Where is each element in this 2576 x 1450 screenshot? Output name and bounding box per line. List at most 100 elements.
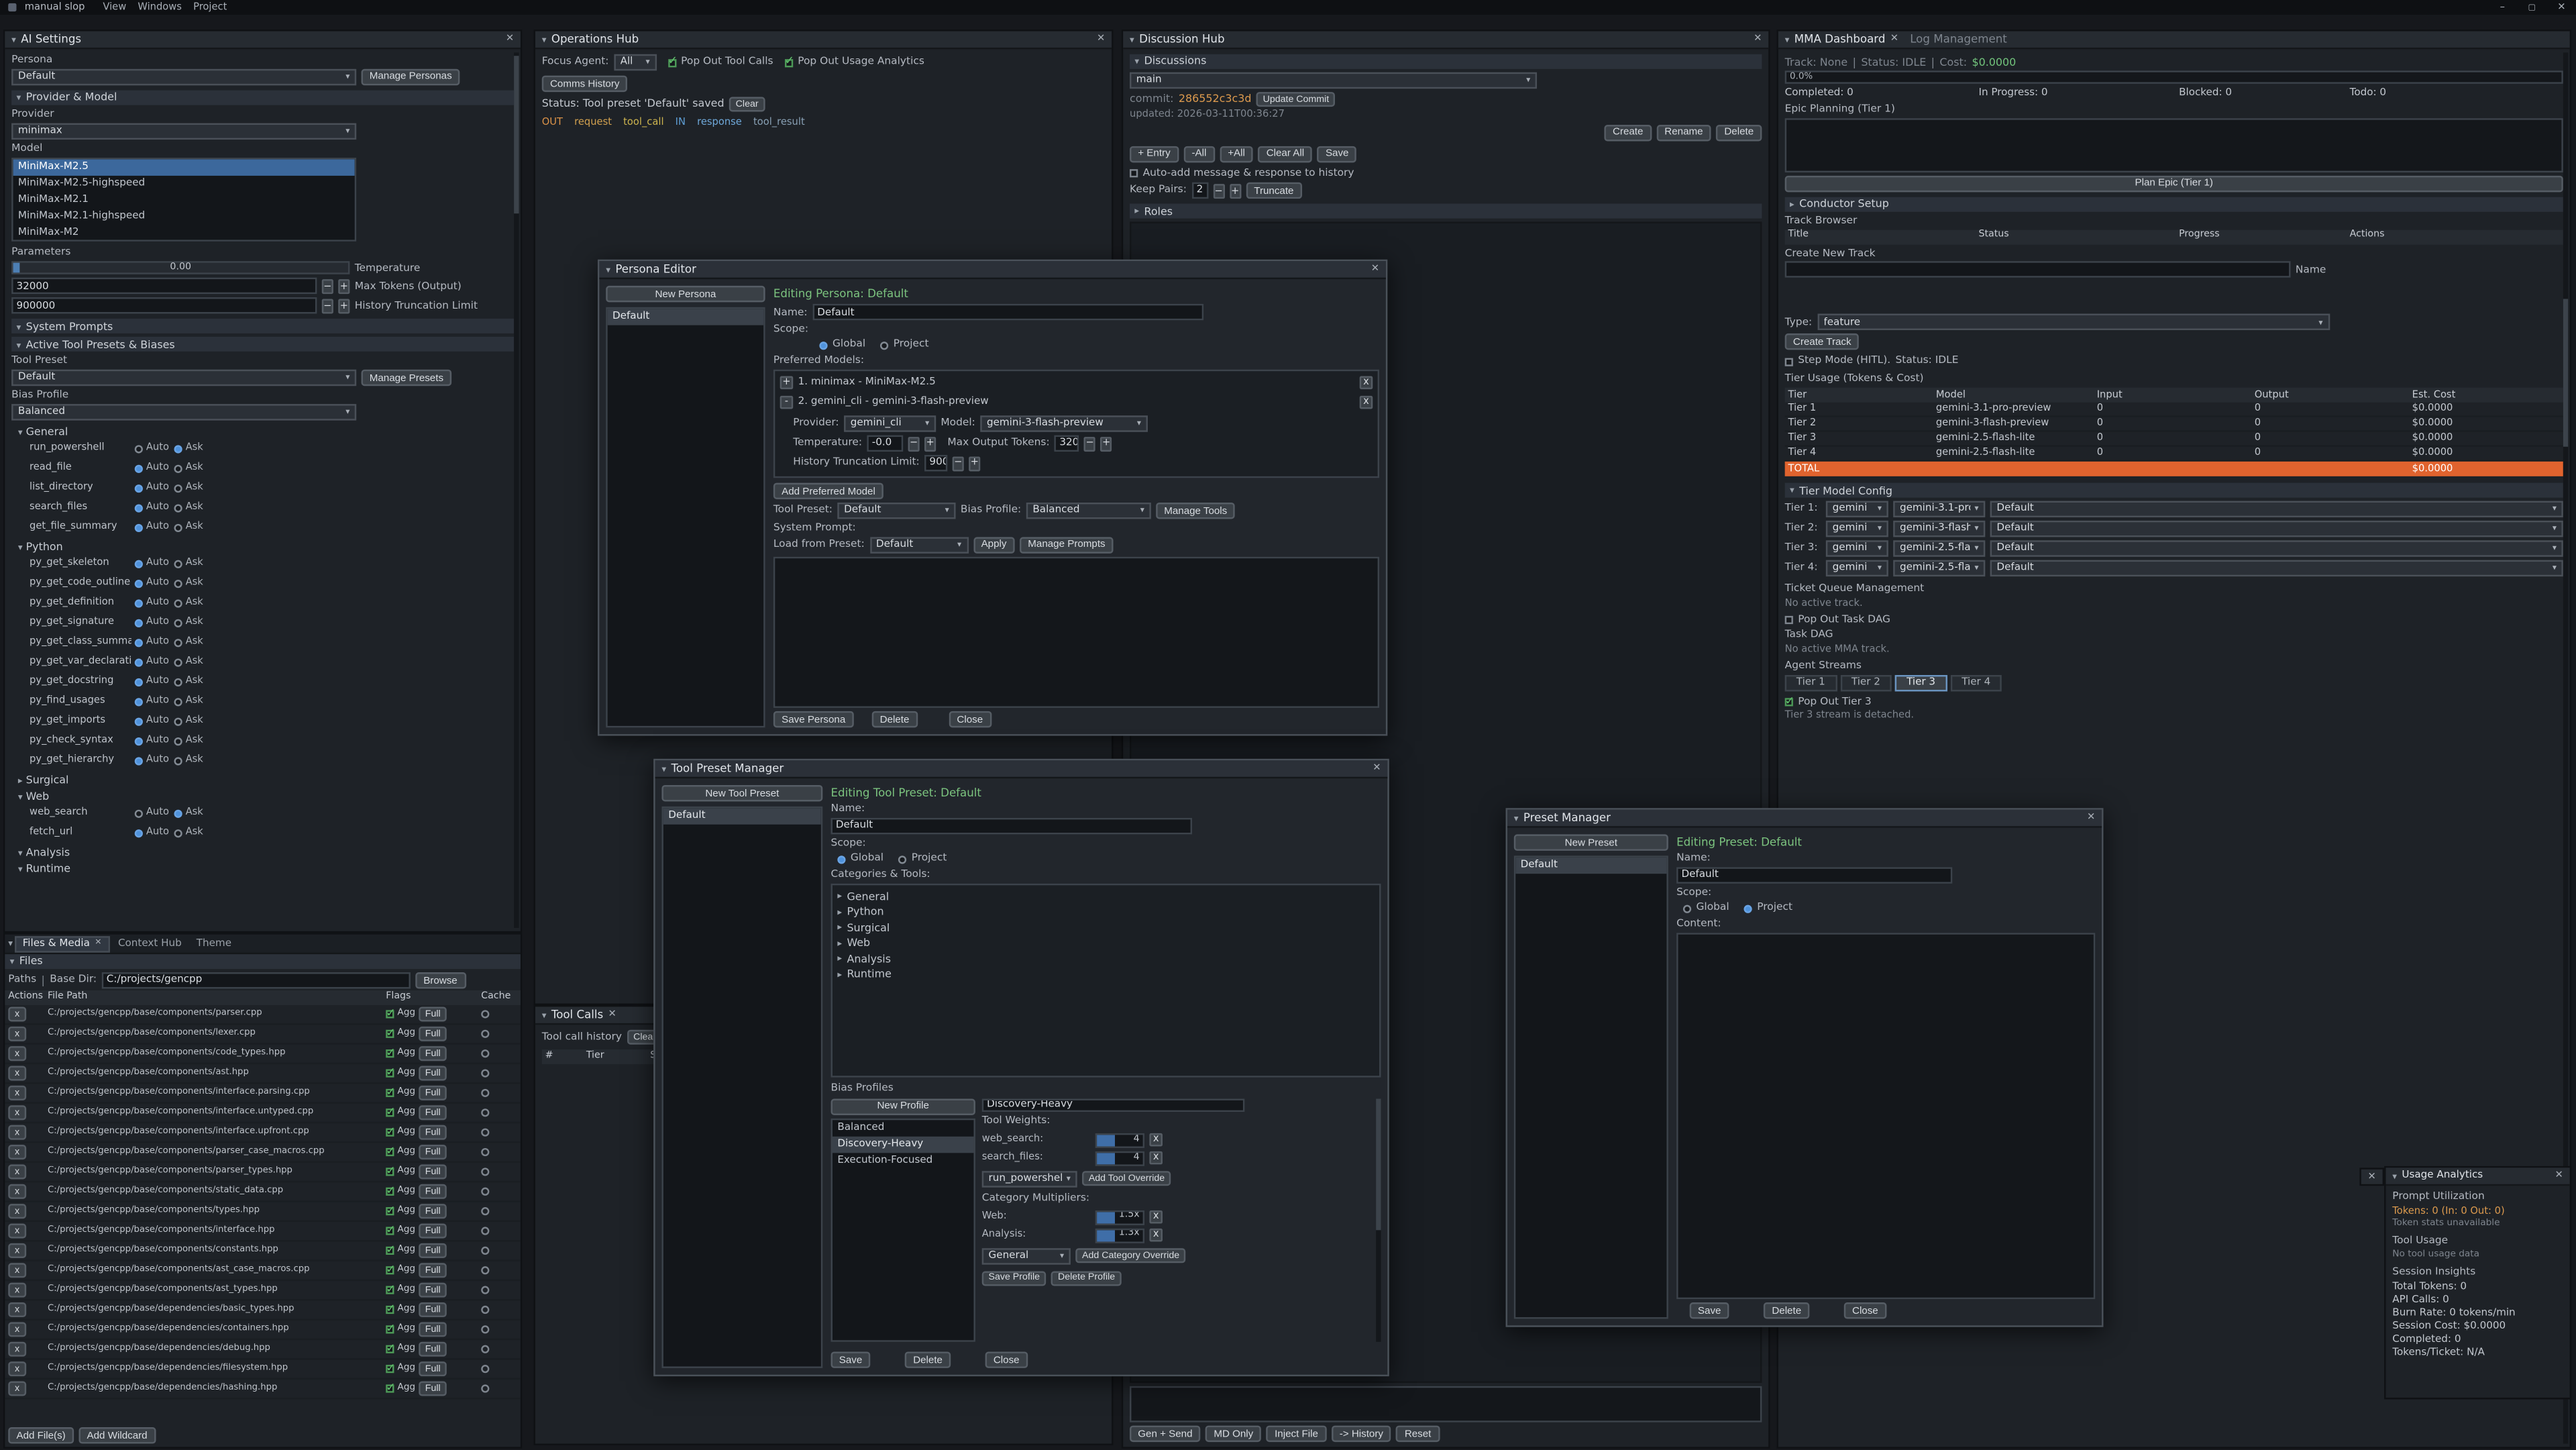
message-composer-input[interactable] <box>1130 1386 1762 1422</box>
maximize-icon[interactable] <box>2526 1 2539 13</box>
auto-radio[interactable] <box>135 523 143 531</box>
remove-file-button[interactable]: x <box>8 1224 26 1239</box>
ask-radio[interactable] <box>174 464 182 472</box>
agg-checkbox[interactable] <box>386 1148 394 1156</box>
decrement-button[interactable] <box>1213 184 1224 199</box>
close-icon[interactable] <box>2087 812 2095 824</box>
cache-icon[interactable] <box>481 1188 489 1196</box>
full-button[interactable]: Full <box>419 1204 447 1219</box>
collapse-icon[interactable] <box>542 1008 547 1023</box>
delete-preset-button[interactable]: Delete <box>1764 1302 1809 1318</box>
ask-radio[interactable] <box>174 757 182 765</box>
rename-discussion-button[interactable]: Rename <box>1656 124 1711 140</box>
agg-checkbox[interactable] <box>386 1168 394 1176</box>
collapse-icon[interactable] <box>1785 32 1790 47</box>
remove-weight-button[interactable]: x <box>1149 1151 1163 1165</box>
cache-icon[interactable] <box>481 1247 489 1255</box>
auto-radio[interactable] <box>135 579 143 587</box>
collapse-icon[interactable] <box>11 32 16 47</box>
remove-file-button[interactable]: x <box>8 1362 26 1377</box>
remove-file-button[interactable]: x <box>8 1303 26 1318</box>
persona-dropdown[interactable]: Default <box>11 68 356 85</box>
bias-profile-list-item[interactable]: Discovery-Heavy <box>833 1136 974 1152</box>
auto-radio[interactable] <box>135 464 143 472</box>
tab-mma-dashboard[interactable]: MMA Dashboard <box>1794 32 1886 46</box>
increment-button[interactable] <box>338 279 350 294</box>
truncate-button[interactable]: Truncate <box>1246 183 1302 199</box>
add-preferred-model-button[interactable]: Add Preferred Model <box>773 483 883 499</box>
collapse-icon[interactable] <box>2392 1169 2397 1184</box>
collapse-icon[interactable] <box>606 262 610 277</box>
ask-radio[interactable] <box>174 504 182 512</box>
category-node[interactable]: General <box>837 888 1374 904</box>
tab-log-management[interactable]: Log Management <box>1910 32 2007 46</box>
remove-file-button[interactable]: x <box>8 1007 26 1022</box>
decrement-button[interactable] <box>322 279 333 294</box>
persona-list-item[interactable]: Default <box>608 309 764 325</box>
tool-group-surgical[interactable]: Surgical <box>11 774 514 787</box>
auto-add-checkbox[interactable] <box>1130 169 1138 177</box>
auto-radio[interactable] <box>135 484 143 492</box>
scrollbar-thumb[interactable] <box>2563 299 2568 446</box>
pm-history-input[interactable]: 900000 <box>924 455 947 471</box>
full-button[interactable]: Full <box>419 1382 447 1396</box>
ask-radio[interactable] <box>174 737 182 745</box>
bias-profile-list-item[interactable]: Balanced <box>833 1120 974 1136</box>
tab-theme[interactable]: Theme <box>190 935 238 951</box>
auto-radio[interactable] <box>135 658 143 666</box>
scope-project-radio[interactable] <box>898 855 906 863</box>
reset-button[interactable]: Reset <box>1397 1426 1440 1442</box>
full-button[interactable]: Full <box>419 1283 447 1298</box>
full-button[interactable]: Full <box>419 1164 447 1179</box>
add-entry-button[interactable]: + Entry <box>1130 146 1179 162</box>
plus-all-button[interactable]: +All <box>1220 146 1253 162</box>
auto-radio[interactable] <box>135 757 143 765</box>
preset-name-input[interactable]: Default <box>1676 868 1952 884</box>
ask-radio[interactable] <box>174 717 182 725</box>
agg-checkbox[interactable] <box>386 1384 394 1392</box>
plan-epic-button[interactable]: Plan Epic (Tier 1) <box>1785 175 2563 191</box>
auto-radio[interactable] <box>135 444 143 452</box>
remove-file-button[interactable]: x <box>8 1263 26 1278</box>
inject-file-button[interactable]: Inject File <box>1267 1426 1326 1442</box>
new-preset-button[interactable]: New Preset <box>1514 834 1668 850</box>
new-profile-button[interactable]: New Profile <box>831 1098 975 1115</box>
full-button[interactable]: Full <box>419 1027 447 1041</box>
category-node[interactable]: Analysis <box>837 951 1374 966</box>
remove-model-button[interactable]: x <box>1360 396 1373 409</box>
close-icon[interactable] <box>95 939 101 949</box>
ask-radio[interactable] <box>174 484 182 492</box>
pop-out-usage-checkbox[interactable] <box>785 58 793 66</box>
full-button[interactable]: Full <box>419 1184 447 1199</box>
tool-group-analysis[interactable]: Analysis <box>11 846 514 860</box>
auto-radio[interactable] <box>135 809 143 817</box>
ask-radio[interactable] <box>174 809 182 817</box>
agg-checkbox[interactable] <box>386 1089 394 1097</box>
scrollbar[interactable] <box>514 52 519 928</box>
detached-panel-close[interactable] <box>2359 1168 2384 1186</box>
cache-icon[interactable] <box>481 1168 489 1176</box>
agg-checkbox[interactable] <box>386 1108 394 1117</box>
pop-out-tool-calls-checkbox[interactable] <box>668 58 676 66</box>
track-name-input[interactable] <box>1785 262 2291 278</box>
close-icon[interactable] <box>1754 34 1762 46</box>
tool-group-python[interactable]: Python <box>11 541 514 554</box>
ask-radio[interactable] <box>174 523 182 531</box>
cache-icon[interactable] <box>481 1325 489 1333</box>
manage-personas-button[interactable]: Manage Personas <box>361 68 460 85</box>
ask-radio[interactable] <box>174 829 182 837</box>
auto-radio[interactable] <box>135 504 143 512</box>
scrollbar-thumb[interactable] <box>1376 1098 1381 1230</box>
delete-tool-preset-button[interactable]: Delete <box>905 1351 951 1367</box>
close-icon[interactable] <box>2555 1 2569 13</box>
ask-radio[interactable] <box>174 678 182 686</box>
step-mode-checkbox[interactable] <box>1785 358 1793 366</box>
tier-provider-dropdown[interactable]: gemini <box>1826 501 1888 517</box>
full-button[interactable]: Full <box>419 1125 447 1140</box>
ask-radio[interactable] <box>174 697 182 705</box>
pop-out-dag-checkbox[interactable] <box>1785 616 1793 624</box>
persona-name-input[interactable]: Default <box>812 305 1203 321</box>
stream-tab[interactable]: Tier 4 <box>1950 675 2002 691</box>
close-icon[interactable] <box>1373 762 1381 774</box>
tool-preset-dropdown[interactable]: Default <box>11 370 356 386</box>
